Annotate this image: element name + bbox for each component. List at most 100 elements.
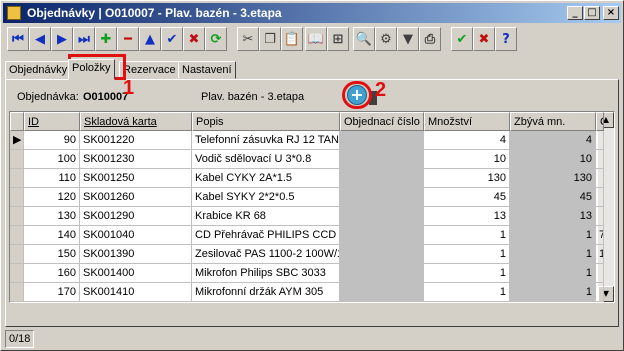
column-header[interactable]: Objednací číslo [340, 112, 424, 131]
grid-cell-desc[interactable]: Mikrofon Philips SBC 3033 [192, 264, 340, 283]
cancel-button[interactable]: ✖ [183, 27, 205, 51]
grid-cell-remaining[interactable]: 1 [510, 264, 596, 283]
column-header[interactable]: Popis [192, 112, 340, 131]
grid-cell-remaining[interactable]: 1 [510, 226, 596, 245]
grid-cell-extra[interactable] [596, 169, 604, 188]
cut-button[interactable]: ✂ [237, 27, 259, 51]
grid-cell-id[interactable]: 150 [24, 245, 80, 264]
ok-button[interactable]: ✔ [451, 27, 473, 51]
grid-cell-extra[interactable] [596, 188, 604, 207]
help-button[interactable]: ? [495, 27, 517, 51]
grid-cell-card[interactable]: SK001260 [80, 188, 192, 207]
grid-cell-extra[interactable] [596, 283, 604, 302]
delete-record-button[interactable]: ━ [117, 27, 139, 51]
column-header[interactable]: C [596, 112, 604, 131]
grid-cell-remaining[interactable]: 1 [510, 245, 596, 264]
grid-cell-qty[interactable]: 13 [424, 207, 510, 226]
confirm-button[interactable]: ✔ [161, 27, 183, 51]
grid-cell-desc[interactable]: Mikrofonní držák AYM 305 [192, 283, 340, 302]
close-button[interactable]: ✖ [473, 27, 495, 51]
grid-cell-qty[interactable]: 1 [424, 283, 510, 302]
grid-cell-desc[interactable]: Kabel SYKY 2*2*0.5 [192, 188, 340, 207]
row-indicator[interactable] [10, 245, 24, 264]
grid-cell-remaining[interactable]: 45 [510, 188, 596, 207]
prev-record-button[interactable]: ◀ [29, 27, 51, 51]
paste-button[interactable]: 📋 [281, 27, 303, 51]
grid-cell-extra[interactable]: 7 [596, 226, 604, 245]
last-record-button[interactable]: ⏭ [73, 27, 95, 51]
grid-cell-id[interactable]: 120 [24, 188, 80, 207]
grid-cell-card[interactable]: SK001220 [80, 131, 192, 150]
row-indicator[interactable] [10, 283, 24, 302]
first-record-button[interactable]: ⏮ [7, 27, 29, 51]
grid-cell-card[interactable]: SK001290 [80, 207, 192, 226]
grid-cell-extra[interactable] [596, 264, 604, 283]
table-row[interactable]: 120 SK001260 Kabel SYKY 2*2*0.5 45 45 [10, 188, 604, 207]
grid-cell-id[interactable]: 160 [24, 264, 80, 283]
tab-4[interactable]: Nastavení [178, 61, 236, 79]
grid-cell-order-no[interactable] [340, 245, 424, 264]
grid-cell-remaining[interactable]: 10 [510, 150, 596, 169]
grid-cell-order-no[interactable] [340, 188, 424, 207]
grid-cell-id[interactable]: 140 [24, 226, 80, 245]
grid-cell-extra[interactable] [596, 131, 604, 150]
row-indicator[interactable]: ▶ [10, 131, 24, 150]
grid-cell-order-no[interactable] [340, 264, 424, 283]
grid-cell-desc[interactable]: Kabel CYKY 2A*1.5 [192, 169, 340, 188]
grid-cell-card[interactable]: SK001230 [80, 150, 192, 169]
column-header[interactable]: Zbývá mn. [510, 112, 596, 131]
grid-cell-extra[interactable] [596, 150, 604, 169]
grid-cell-qty[interactable]: 10 [424, 150, 510, 169]
next-record-button[interactable]: ▶ [51, 27, 73, 51]
grid-cell-card[interactable]: SK001250 [80, 169, 192, 188]
filter-button[interactable]: ▼ [397, 27, 419, 51]
grid-cell-id[interactable]: 100 [24, 150, 80, 169]
copy-button[interactable]: ❐ [259, 27, 281, 51]
book-button[interactable]: 📖 [305, 27, 327, 51]
table-row[interactable]: 160 SK001400 Mikrofon Philips SBC 3033 1 1 [10, 264, 604, 283]
grid-cell-qty[interactable]: 1 [424, 226, 510, 245]
table-row[interactable]: 110 SK001250 Kabel CYKY 2A*1.5 130 130 [10, 169, 604, 188]
grid-cell-order-no[interactable] [340, 131, 424, 150]
table-row[interactable]: 100 SK001230 Vodič sdělovací U 3*0.8 10 10 [10, 150, 604, 169]
tab-2[interactable]: Položky [68, 59, 115, 80]
grid-cell-card[interactable]: SK001390 [80, 245, 192, 264]
row-indicator[interactable] [10, 226, 24, 245]
title-bar[interactable]: Objednávky | O010007 - Plav. bazén - 3.e… [3, 3, 621, 23]
minimize-button[interactable]: _ [567, 6, 583, 20]
move-up-button[interactable]: ▲ [139, 27, 161, 51]
grid-cell-desc[interactable]: Krabice KR 68 [192, 207, 340, 226]
column-header[interactable]: ID [24, 112, 80, 131]
grid-cell-order-no[interactable] [340, 207, 424, 226]
grid-cell-qty[interactable]: 1 [424, 264, 510, 283]
grid-cell-order-no[interactable] [340, 169, 424, 188]
grid-cell-id[interactable]: 170 [24, 283, 80, 302]
grid-cell-qty[interactable]: 130 [424, 169, 510, 188]
row-indicator[interactable] [10, 169, 24, 188]
grid-cell-card[interactable]: SK001040 [80, 226, 192, 245]
settings-button[interactable]: ⚙ [375, 27, 397, 51]
row-indicator[interactable] [10, 150, 24, 169]
close-window-button[interactable]: × [603, 6, 619, 20]
tree-button[interactable]: ⊞ [327, 27, 349, 51]
grid-cell-id[interactable]: 110 [24, 169, 80, 188]
grid-cell-desc[interactable]: CD Přehrávač PHILIPS CCD 77 [192, 226, 340, 245]
grid-cell-order-no[interactable] [340, 150, 424, 169]
grid-cell-card[interactable]: SK001410 [80, 283, 192, 302]
grid-cell-desc[interactable]: Zesilovač PAS 1100-2 100W/1 [192, 245, 340, 264]
row-indicator[interactable] [10, 207, 24, 226]
search-button[interactable]: 🔍 [353, 27, 375, 51]
grid-cell-qty[interactable]: 4 [424, 131, 510, 150]
column-header[interactable]: Skladová karta [80, 112, 192, 131]
grid-cell-qty[interactable]: 1 [424, 245, 510, 264]
row-indicator[interactable] [10, 264, 24, 283]
grid-cell-order-no[interactable] [340, 283, 424, 302]
row-indicator[interactable] [10, 188, 24, 207]
column-header[interactable]: Množství [424, 112, 510, 131]
grid-cell-remaining[interactable]: 130 [510, 169, 596, 188]
add-record-button[interactable]: ✚ [95, 27, 117, 51]
table-row[interactable]: 130 SK001290 Krabice KR 68 13 13 [10, 207, 604, 226]
refresh-button[interactable]: ⟳ [205, 27, 227, 51]
grid-cell-card[interactable]: SK001400 [80, 264, 192, 283]
grid-cell-remaining[interactable]: 13 [510, 207, 596, 226]
